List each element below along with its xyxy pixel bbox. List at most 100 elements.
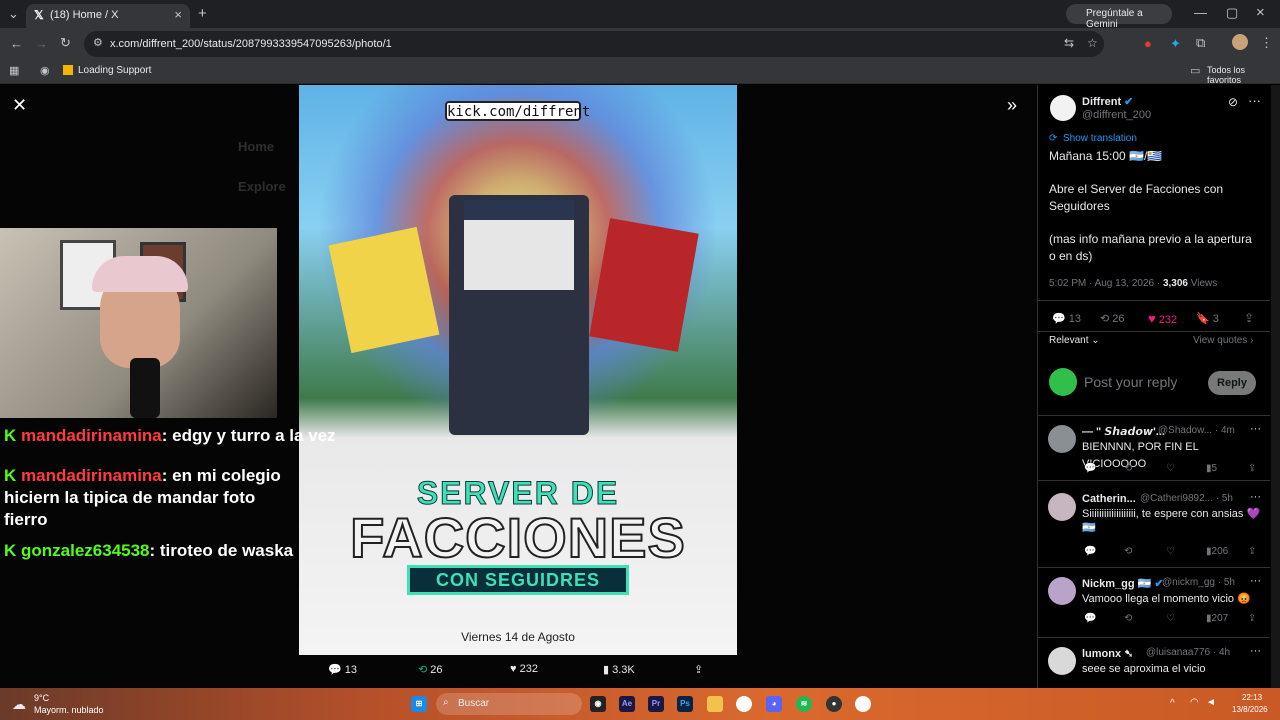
tab-close-icon[interactable]: × [174, 7, 182, 22]
post-like-action[interactable]: ♥ 232 [1148, 311, 1177, 326]
reply-author[interactable]: Nickm_gg 🇦🇷 ✔ [1082, 577, 1164, 590]
translate-icon[interactable]: ⇆ [1064, 36, 1074, 50]
chrome-icon[interactable] [736, 696, 752, 712]
author-handle[interactable]: @diffrent_200 [1082, 109, 1151, 121]
extension2-icon[interactable]: ✦ [1170, 36, 1181, 52]
post-reply-action[interactable]: 💬 13 [1052, 312, 1081, 325]
obs-icon[interactable]: ◉ [590, 696, 606, 712]
browser-tab[interactable]: 𝕏 (18) Home / X × [26, 4, 190, 28]
reply-reply-icon[interactable]: 💬 [1084, 463, 1096, 474]
back-icon[interactable]: ← [10, 36, 23, 51]
reply-views[interactable]: ▮ 206 [1206, 546, 1228, 557]
network-icon[interactable]: ◠ [1190, 697, 1199, 708]
post-share-icon[interactable]: ⇪ [1244, 311, 1254, 325]
start-windows-icon[interactable]: ⊞ [411, 696, 427, 712]
weather-temp[interactable]: 9°C [34, 693, 49, 703]
forward-icon[interactable]: → [35, 36, 48, 51]
reply-views[interactable]: ▮ 5 [1206, 463, 1217, 474]
post-image[interactable]: kick.com/diffrent SERVER DE FACCIONES CO… [299, 85, 737, 655]
chrome-2-icon[interactable] [855, 696, 871, 712]
reply-share-icon[interactable]: ⇪ [1248, 546, 1256, 557]
reply-avatar[interactable] [1048, 425, 1076, 453]
clock-date[interactable]: 13/8/2026 [1232, 705, 1268, 714]
webcam-overlay [0, 228, 277, 418]
taskbar-search[interactable]: ⌕ Buscar [436, 693, 582, 715]
post-timestamp[interactable]: 5:02 PM · Aug 13, 2026 · [1049, 278, 1163, 289]
reply-more-icon[interactable]: ··· [1250, 575, 1261, 587]
post-repost-count: 26 [1112, 313, 1125, 325]
address-bar[interactable]: ⚙ x.com/diffrent_200/status/208799333954… [84, 31, 1104, 57]
app-icon[interactable]: ● [826, 696, 842, 712]
reply-reply-icon[interactable]: 💬 [1084, 613, 1096, 624]
discord-icon[interactable]: ◕ [766, 696, 782, 712]
post-repost-action[interactable]: ⟲ 26 [1100, 312, 1125, 325]
minimize-icon[interactable]: — [1194, 5, 1207, 20]
reply-more-icon[interactable]: ··· [1250, 423, 1261, 435]
reply-author[interactable]: lumonx ➷ [1082, 647, 1133, 660]
premiere-icon[interactable]: Pr [648, 696, 664, 712]
reply-avatar[interactable] [1048, 577, 1076, 605]
reply-author[interactable]: Catherin... [1082, 493, 1136, 505]
reply-item[interactable]: Nickm_gg 🇦🇷 ✔ @nickm_gg · 5h ··· Vamooo … [1038, 573, 1270, 637]
reply-avatar[interactable] [1048, 647, 1076, 675]
gemini-button[interactable]: Pregúntale a Gemini [1066, 4, 1172, 30]
all-bookmarks[interactable]: Todos los favoritos [1207, 65, 1280, 85]
bookmark-loading-support[interactable]: Loading Support [78, 65, 151, 76]
author-name[interactable]: Diffrent ✔ [1082, 95, 1133, 108]
reply-item[interactable]: Catherin... @Catheri9892... · 5h ··· Sii… [1038, 489, 1270, 569]
reply-like-icon[interactable]: ♡ [1166, 613, 1175, 624]
reply-reply-icon[interactable]: 💬 [1084, 546, 1096, 557]
media-reply-action[interactable]: 💬 13 [328, 663, 357, 676]
reply-avatar[interactable] [1048, 493, 1076, 521]
reply-more-icon[interactable]: ··· [1250, 491, 1261, 503]
bookmark-globe-icon[interactable]: ◉ [40, 64, 50, 77]
more-options-icon[interactable]: ··· [1248, 93, 1261, 108]
media-like-action[interactable]: ♥ 232 [510, 663, 538, 675]
menu-kebab-icon[interactable]: ⋮ [1260, 35, 1273, 51]
reply-button[interactable]: Reply [1208, 371, 1256, 395]
profile-avatar-icon[interactable] [1232, 34, 1248, 50]
site-info-icon[interactable]: ⚙ [93, 36, 103, 49]
extension-icon[interactable]: ● [1144, 36, 1152, 51]
after-effects-icon[interactable]: Ae [619, 696, 635, 712]
panel-scrollbar[interactable] [1271, 85, 1280, 688]
author-avatar[interactable] [1050, 95, 1076, 121]
reply-like-icon[interactable]: ♡ [1166, 463, 1175, 474]
tab-search-icon[interactable]: ⌄ [8, 6, 19, 22]
maximize-icon[interactable]: ▢ [1226, 5, 1238, 21]
post-bookmark-action[interactable]: 🔖 3 [1196, 312, 1219, 325]
bookmark-star-icon[interactable]: ☆ [1087, 36, 1098, 50]
reply-repost-icon[interactable]: ⟲ [1124, 546, 1132, 557]
media-repost-action[interactable]: ⟲ 26 [418, 663, 443, 676]
reply-views[interactable]: ▮ 207 [1206, 613, 1228, 624]
tray-chevron-icon[interactable]: ^ [1170, 698, 1175, 709]
clock-time[interactable]: 22:13 [1242, 693, 1262, 702]
expand-panel-icon[interactable]: » [1007, 95, 1017, 116]
reply-input[interactable]: Post your reply [1084, 374, 1177, 390]
media-views-action[interactable]: ▮ 3.3K [603, 663, 635, 676]
view-quotes-link[interactable]: View quotes › [1193, 335, 1253, 346]
reply-share-icon[interactable]: ⇪ [1248, 613, 1256, 624]
file-explorer-icon[interactable] [707, 696, 723, 712]
photoshop-icon[interactable]: Ps [677, 696, 693, 712]
extensions-puzzle-icon[interactable]: ⧉ [1196, 35, 1205, 51]
reply-item[interactable]: lumonx ➷ @luisanaa776 · 4h ··· seee se a… [1038, 643, 1270, 688]
reply-repost-icon[interactable]: ⟲ [1124, 613, 1132, 624]
reply-more-icon[interactable]: ··· [1250, 645, 1261, 657]
reply-like-icon[interactable]: ♡ [1166, 546, 1175, 557]
reload-icon[interactable]: ↻ [60, 35, 71, 51]
volume-icon[interactable]: ◄ [1206, 697, 1216, 708]
apps-grid-icon[interactable]: ▦ [9, 64, 19, 77]
reply-repost-icon[interactable]: ⟲ [1124, 463, 1132, 474]
media-share-action[interactable]: ⇪ [694, 663, 703, 676]
spotify-icon[interactable]: ≋ [796, 696, 812, 712]
close-viewer-icon[interactable]: ✕ [12, 95, 27, 116]
new-tab-icon[interactable]: + [198, 5, 207, 22]
window-close-icon[interactable]: × [1256, 4, 1265, 21]
show-translation-link[interactable]: Show translation [1063, 133, 1137, 144]
grok-icon[interactable]: ⊘ [1228, 95, 1238, 109]
reply-share-icon[interactable]: ⇪ [1248, 463, 1256, 474]
sort-relevant-dropdown[interactable]: Relevant ⌄ [1049, 335, 1100, 346]
reply-author[interactable]: — " 𝙎𝙝𝙖𝙙𝙤𝙬'... [1082, 425, 1165, 438]
reply-item[interactable]: — " 𝙎𝙝𝙖𝙙𝙤𝙬'... @Shadow... · 4m ··· BIENN… [1038, 421, 1270, 493]
